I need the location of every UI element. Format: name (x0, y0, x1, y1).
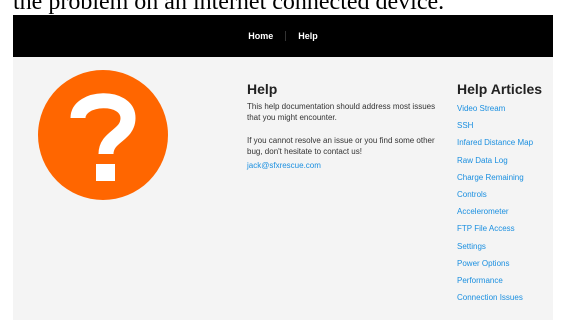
help-title: Help (247, 81, 278, 97)
contact-email-link[interactable]: jack@sfxrescue.com (247, 160, 437, 171)
help-articles-list: Video Stream SSH Infared Distance Map Ra… (457, 100, 553, 306)
article-link-power-options[interactable]: Power Options (457, 255, 553, 272)
article-link-accelerometer[interactable]: Accelerometer (457, 203, 553, 220)
article-link-charge-remaining[interactable]: Charge Remaining (457, 169, 553, 186)
article-link-ssh[interactable]: SSH (457, 117, 553, 134)
top-navbar: Home Help (13, 15, 553, 57)
help-section: Help This help documentation should addr… (247, 81, 437, 171)
help-articles-title: Help Articles (457, 81, 543, 97)
article-link-ftp-file-access[interactable]: FTP File Access (457, 220, 553, 237)
help-page-content: Help This help documentation should addr… (13, 57, 553, 320)
article-link-controls[interactable]: Controls (457, 186, 553, 203)
nav-home-link[interactable]: Home (248, 31, 273, 41)
help-intro-text: This help documentation should address m… (247, 102, 436, 122)
nav-help-link[interactable]: Help (298, 31, 318, 41)
article-link-settings[interactable]: Settings (457, 238, 553, 255)
nav-divider (285, 31, 287, 41)
question-mark-icon (38, 70, 168, 200)
help-contact-text: If you cannot resolve an issue or you fi… (247, 136, 435, 156)
help-articles-section: Help Articles Video Stream SSH Infared D… (457, 81, 553, 306)
article-link-infared-distance-map[interactable]: Infared Distance Map (457, 134, 553, 151)
article-link-performance[interactable]: Performance (457, 272, 553, 289)
nav-links: Home Help (13, 15, 553, 57)
article-link-raw-data-log[interactable]: Raw Data Log (457, 152, 553, 169)
article-link-connection-issues[interactable]: Connection Issues (457, 289, 553, 306)
article-link-video-stream[interactable]: Video Stream (457, 100, 553, 117)
